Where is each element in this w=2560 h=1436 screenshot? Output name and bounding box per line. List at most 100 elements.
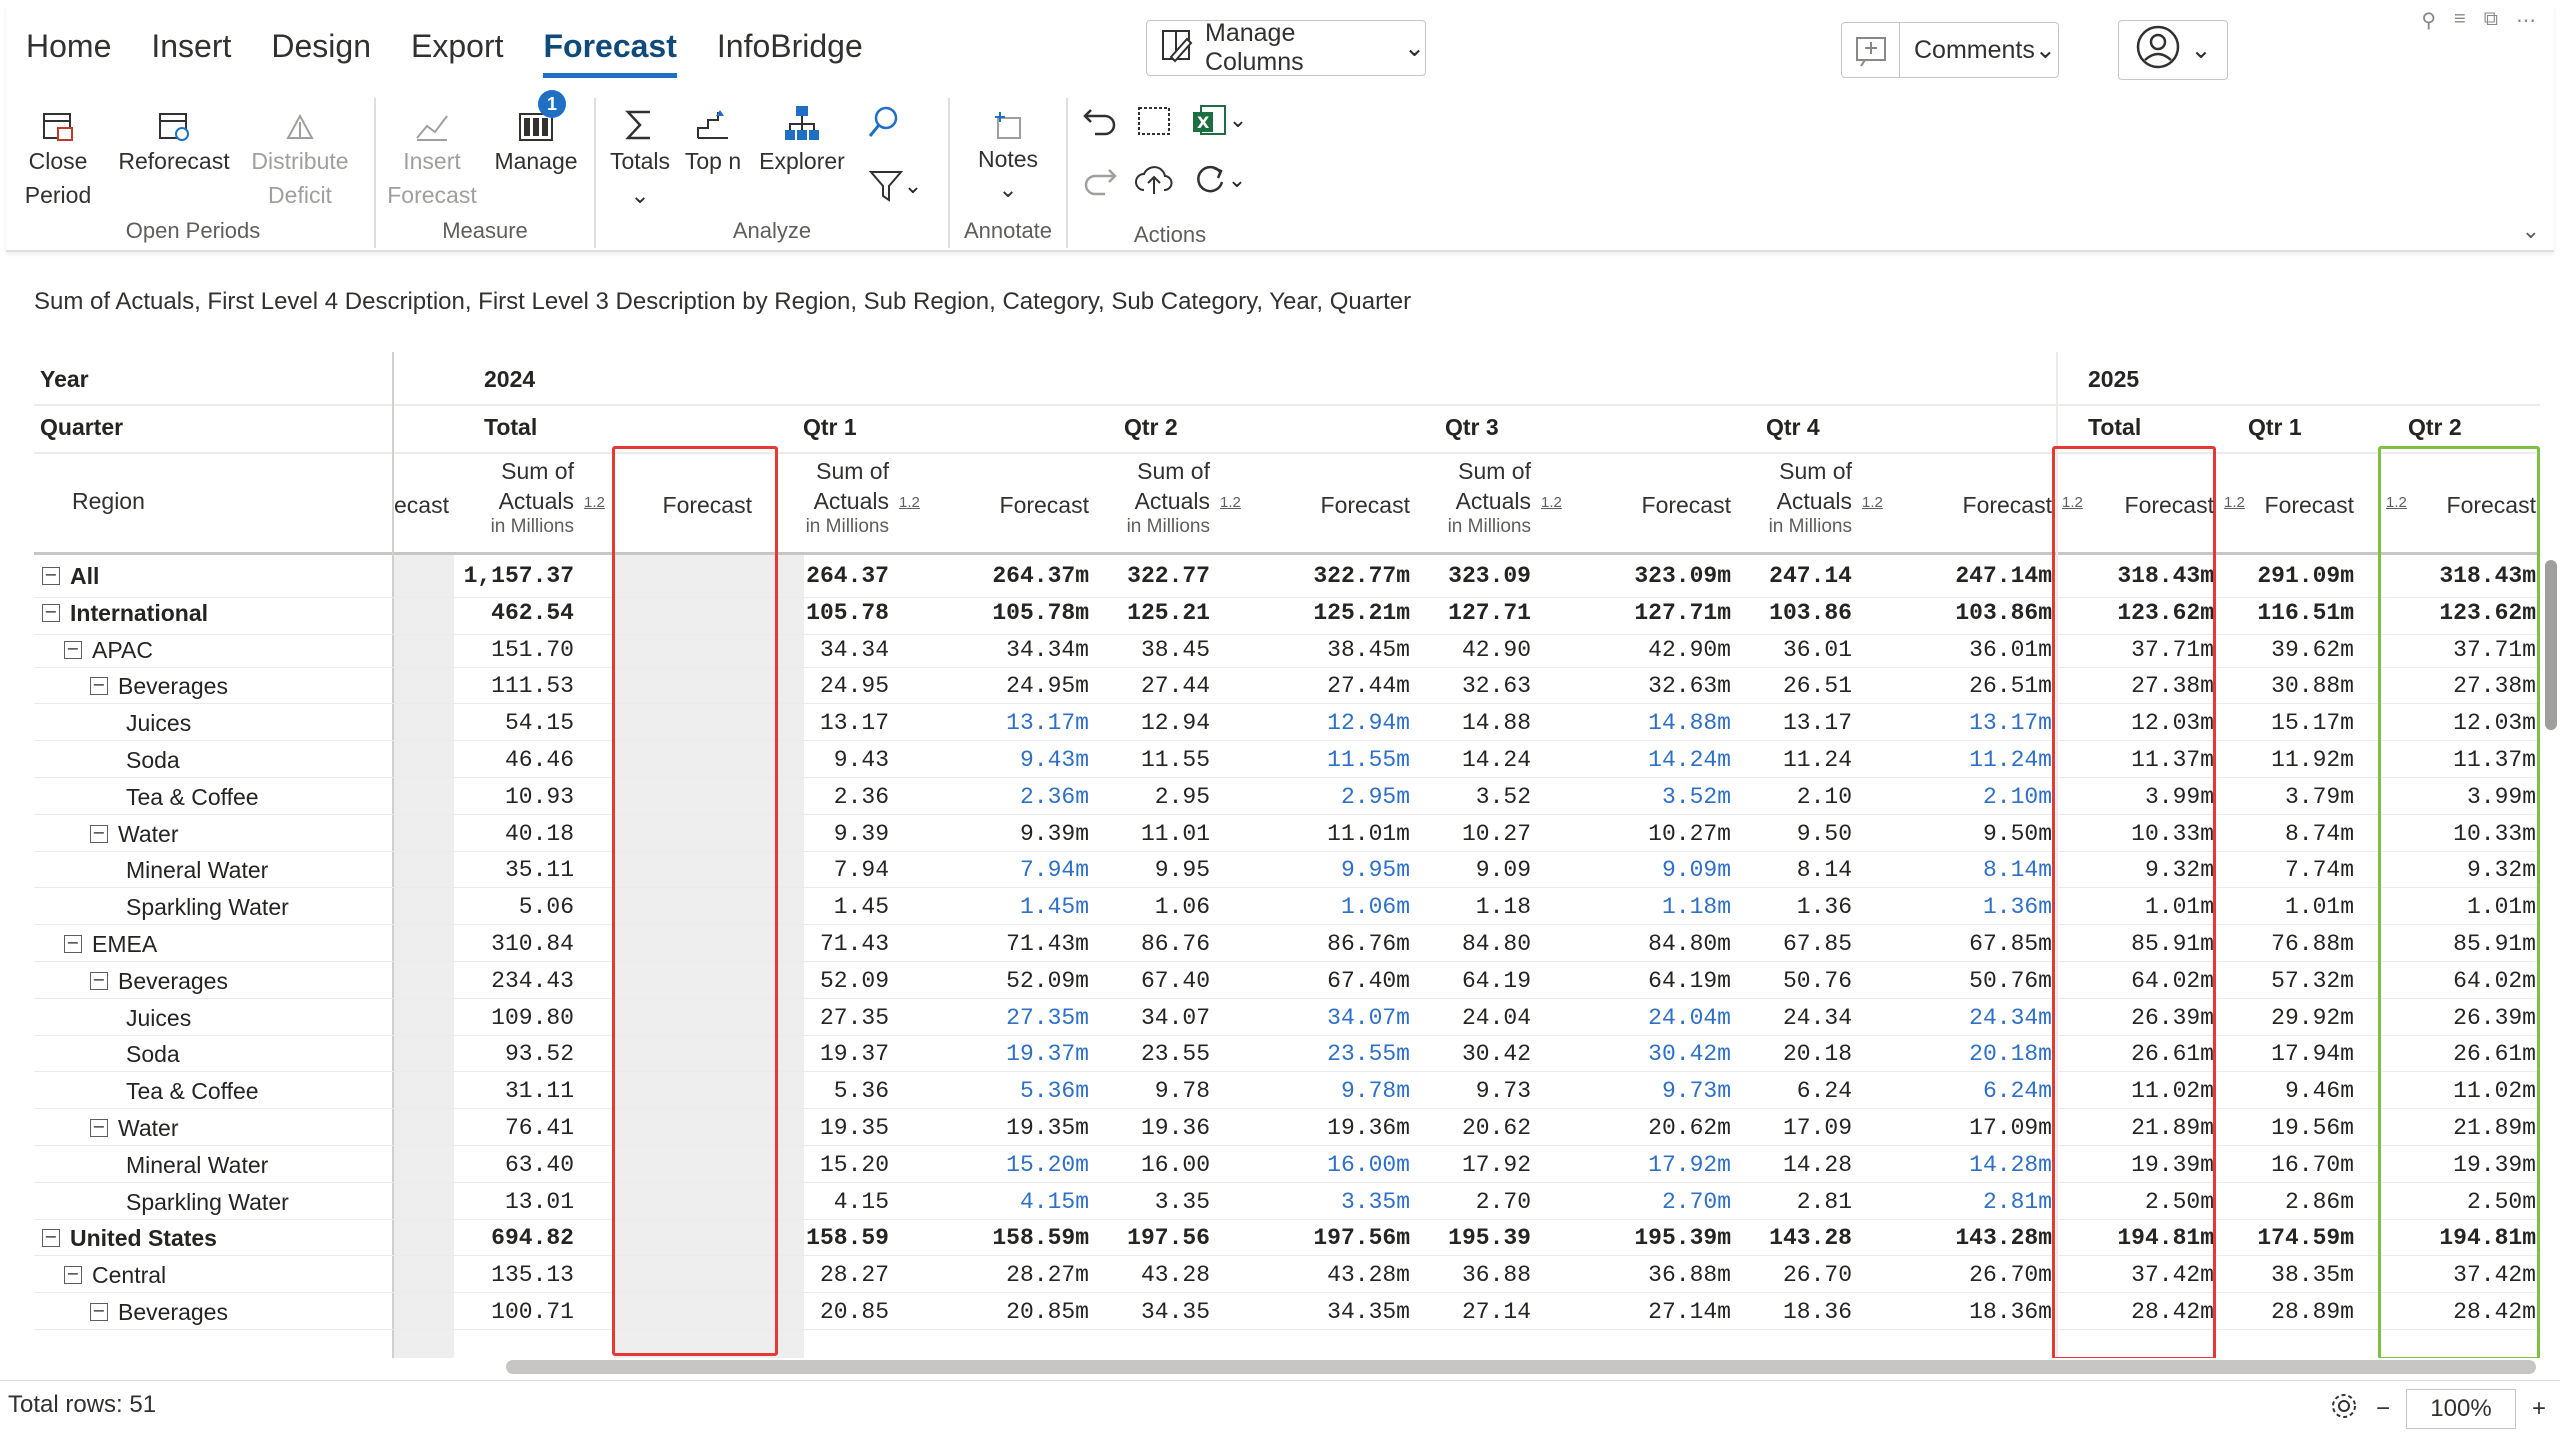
table-cell[interactable]: 13.17m [1902, 705, 2052, 741]
table-cell[interactable] [602, 705, 752, 741]
table-cell[interactable]: 1.01m [2204, 889, 2354, 925]
table-cell[interactable]: 247.14m [1902, 558, 2052, 594]
table-cell[interactable]: 318.43m [2386, 558, 2536, 594]
manage-measure-button[interactable]: 1 Manage [486, 90, 586, 178]
table-cell[interactable]: 11.37m [2386, 742, 2536, 778]
table-cell[interactable]: 9.32m [2064, 852, 2214, 888]
table-cell[interactable]: 7.74m [2204, 852, 2354, 888]
table-row[interactable]: Juices 109.80 27.35 27.35m 34.07 34.07m 24.04 2… [34, 1000, 2540, 1036]
collapse-toggle-icon[interactable]: − [90, 1119, 108, 1137]
tab-insert[interactable]: Insert [151, 28, 231, 78]
table-cell[interactable]: 11.02m [2064, 1073, 2214, 1109]
vertical-scrollbar[interactable] [2545, 560, 2557, 730]
table-cell[interactable]: 1.36m [1902, 889, 2052, 925]
collapse-toggle-icon[interactable]: − [64, 640, 82, 659]
forecast-header[interactable]: Forecast [959, 492, 1089, 519]
collapse-toggle-icon[interactable]: − [42, 1229, 60, 1248]
table-cell[interactable]: 9.46m [2204, 1073, 2354, 1109]
forecast-header[interactable]: Forecast [2406, 492, 2536, 519]
table-cell[interactable] [602, 889, 752, 925]
sum-of-actuals-header[interactable]: Sum of Actuals in Millions [739, 456, 889, 538]
tab-export[interactable]: Export [411, 28, 503, 78]
explorer-button[interactable]: Explorer [752, 96, 852, 178]
table-cell[interactable]: 37.71m [2386, 632, 2536, 668]
table-cell[interactable]: 37.71m [2064, 632, 2214, 668]
region-header[interactable]: Region [72, 488, 145, 515]
table-cell[interactable] [602, 1294, 752, 1330]
table-cell[interactable] [602, 1184, 752, 1220]
table-row[interactable]: Juices 54.15 13.17 13.17m 12.94 12.94m 14.88 14… [34, 705, 2540, 742]
table-cell[interactable]: 26.61m [2386, 1036, 2536, 1072]
table-cell[interactable]: 26.39m [2386, 1000, 2536, 1036]
table-cell[interactable]: 64.02m [2064, 963, 2214, 999]
table-cell[interactable]: 11.37m [2064, 742, 2214, 778]
table-cell[interactable]: 15.17m [2204, 705, 2354, 741]
table-cell[interactable]: 123.62m [2386, 595, 2536, 631]
distribute-deficit-button[interactable]: Distribute Deficit [240, 96, 360, 212]
table-cell[interactable]: 30.88m [2204, 668, 2354, 704]
table-cell[interactable] [602, 1073, 752, 1109]
forecast-header[interactable]: Forecast [622, 492, 752, 519]
decimal-format-icon[interactable]: 1.2 [584, 494, 605, 511]
forecast-header[interactable]: Forecast [2084, 492, 2214, 519]
table-row[interactable]: Soda 46.46 9.43 9.43m 11.55 11.55m 14.24 14.24m… [34, 742, 2540, 778]
collapse-toggle-icon[interactable]: − [90, 824, 108, 843]
table-cell[interactable]: 26.70m [1902, 1257, 2052, 1293]
table-cell[interactable]: 28.89m [2204, 1294, 2354, 1330]
table-cell[interactable] [602, 595, 752, 631]
table-cell[interactable]: 291.09m [2204, 558, 2354, 594]
more-icon[interactable]: ⋯ [2516, 8, 2536, 33]
table-cell[interactable] [602, 1220, 752, 1256]
table-cell[interactable]: 38.35m [2204, 1257, 2354, 1293]
zoom-out-icon[interactable]: − [2376, 1395, 2390, 1423]
manage-columns-button[interactable]: Manage Columns ⌄ [1146, 19, 1426, 76]
tab-design[interactable]: Design [271, 28, 371, 78]
table-row[interactable]: Soda 93.52 19.37 19.37m 23.55 23.55m 30.42 30.4… [34, 1036, 2540, 1073]
table-cell[interactable]: 17.09m [1902, 1110, 2052, 1146]
table-cell[interactable]: 24.34m [1902, 1000, 2052, 1036]
table-cell[interactable]: 1.01m [2386, 889, 2536, 925]
redo-icon[interactable] [1078, 158, 1122, 202]
table-row[interactable]: − International 462.54 105.78 105.78m 125.21 1… [34, 595, 2540, 635]
table-cell[interactable] [602, 852, 752, 888]
filter-dropdown-icon[interactable]: ⌄ [860, 166, 930, 206]
collapse-ribbon-icon[interactable]: ⌄ [2522, 218, 2540, 244]
table-cell[interactable] [602, 1036, 752, 1072]
table-cell[interactable] [602, 1147, 752, 1183]
table-cell[interactable]: 2.81m [1902, 1184, 2052, 1220]
table-cell[interactable]: 194.81m [2386, 1220, 2536, 1256]
table-cell[interactable] [602, 742, 752, 778]
table-cell[interactable]: 16.70m [2204, 1147, 2354, 1183]
table-cell[interactable] [602, 926, 752, 962]
table-cell[interactable]: 3.99m [2386, 779, 2536, 815]
collapse-toggle-icon[interactable]: − [64, 935, 82, 953]
sum-of-actuals-header[interactable]: Sum of Actuals in Millions [424, 456, 574, 538]
table-cell[interactable]: 10.33m [2386, 816, 2536, 852]
table-row[interactable]: − All 1,157.37 264.37 264.37m 322.77 322.77m 32… [34, 558, 2540, 598]
decimal-format-icon[interactable]: 1.2 [1541, 494, 1562, 511]
table-cell[interactable]: 64.02m [2386, 963, 2536, 999]
pin-icon[interactable]: ⚲ [2421, 8, 2436, 33]
decimal-format-icon[interactable]: 1.2 [1862, 494, 1883, 511]
expand-icon[interactable]: ⧉ [2484, 8, 2498, 33]
table-cell[interactable] [602, 1110, 752, 1146]
table-cell[interactable]: 28.42m [2064, 1294, 2214, 1330]
table-cell[interactable] [602, 963, 752, 999]
table-cell[interactable]: 116.51m [2204, 595, 2354, 631]
table-cell[interactable]: 57.32m [2204, 963, 2354, 999]
table-cell[interactable]: 2.86m [2204, 1184, 2354, 1220]
table-cell[interactable]: 8.14m [1902, 852, 2052, 888]
reforecast-button[interactable]: Reforecast [114, 96, 234, 178]
forecast-header[interactable]: Forecast [1280, 492, 1410, 519]
table-cell[interactable]: 11.02m [2386, 1073, 2536, 1109]
table-cell[interactable]: 8.74m [2204, 816, 2354, 852]
forecast-header[interactable]: Forecast [1601, 492, 1731, 519]
table-cell[interactable]: 9.32m [2386, 852, 2536, 888]
totals-button[interactable]: Totals ⌄ [604, 96, 676, 212]
table-row[interactable]: Mineral Water 35.11 7.94 7.94m 9.95 9.95m 9.09… [34, 852, 2540, 889]
collapse-toggle-icon[interactable]: − [42, 567, 60, 585]
decimal-format-icon[interactable]: 1.2 [899, 494, 920, 511]
table-row[interactable]: − Central 135.13 28.27 28.27m 43.28 43.28m 36.8… [34, 1257, 2540, 1294]
horizontal-scrollbar[interactable] [506, 1360, 2536, 1374]
table-cell[interactable]: 12.03m [2386, 705, 2536, 741]
